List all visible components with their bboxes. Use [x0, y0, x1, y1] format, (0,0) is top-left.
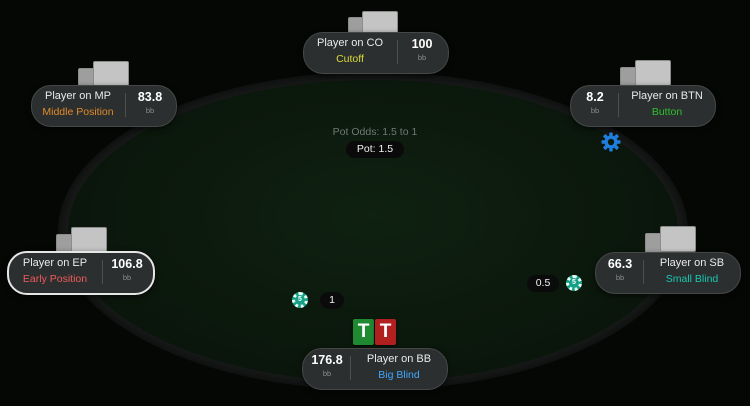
card-back — [660, 226, 696, 252]
player-position: Big Blind — [378, 369, 420, 381]
stack-amount: 106.8 — [111, 257, 143, 271]
stack-unit: bb — [417, 53, 427, 62]
seat-co[interactable]: Player on CO Cutoff 100 bb — [303, 32, 449, 74]
player-position: Button — [651, 106, 683, 118]
seat-divider — [397, 40, 398, 64]
seat-mp[interactable]: Player on MP Middle Position 83.8 bb — [31, 85, 177, 127]
player-position: Middle Position — [42, 106, 114, 118]
card-back — [93, 61, 129, 87]
stack-box: 100 bb — [399, 37, 445, 64]
player-name: Player on CO — [316, 37, 384, 49]
pot-amount: Pot: 1.5 — [346, 141, 404, 158]
stack-box: 66.3 bb — [597, 257, 643, 284]
stack-amount: 176.8 — [311, 353, 343, 367]
player-name: Player on MP — [44, 90, 112, 102]
seat-divider — [102, 260, 103, 284]
hero-card-1: T — [353, 319, 374, 345]
stack-unit: bb — [590, 106, 600, 115]
stack-amount: 83.8 — [137, 90, 163, 104]
seat-bb[interactable]: 176.8 bb Player on BB Big Blind — [302, 348, 448, 390]
seat-divider — [643, 260, 644, 284]
seat-divider — [618, 93, 619, 117]
player-name: Player on BB — [366, 353, 432, 365]
stack-unit: bb — [122, 273, 132, 282]
player-position: Early Position — [22, 273, 88, 285]
stack-box: 83.8 bb — [127, 90, 173, 117]
player-name: Player on SB — [659, 257, 725, 269]
hero-card-2: T — [375, 319, 396, 345]
seat-divider — [350, 356, 351, 380]
bb-chip-icon: 5 — [292, 292, 308, 308]
stack-box: 8.2 bb — [572, 90, 618, 117]
stack-amount: 66.3 — [607, 257, 633, 271]
pot-odds-label: Pot Odds: 1.5 to 1 — [332, 126, 418, 138]
card-back — [71, 227, 107, 253]
seat-info: Player on BTN Button — [620, 89, 714, 120]
stack-unit: bb — [322, 369, 332, 378]
seat-info: Player on EP Early Position — [8, 256, 102, 287]
player-position: Cutoff — [336, 53, 364, 65]
stack-box: 176.8 bb — [304, 353, 350, 380]
dealer-button-icon — [601, 132, 621, 152]
seat-info: Player on CO Cutoff — [303, 36, 397, 67]
seat-sb[interactable]: 66.3 bb Player on SB Small Blind — [595, 252, 741, 294]
player-name: Player on BTN — [631, 90, 703, 102]
card-back — [635, 60, 671, 86]
seat-info: Player on SB Small Blind — [645, 256, 739, 287]
seat-btn[interactable]: 8.2 bb Player on BTN Button — [570, 85, 716, 127]
bb-bet-amount: 1 — [320, 292, 344, 309]
stack-unit: bb — [615, 273, 625, 282]
poker-table-view: Pot Odds: 1.5 to 1 Pot: 1.5 Player on CO… — [0, 0, 750, 406]
player-name: Player on EP — [22, 257, 88, 269]
stack-unit: bb — [145, 106, 155, 115]
seat-ep[interactable]: Player on EP Early Position 106.8 bb — [7, 251, 155, 295]
stack-amount: 100 — [411, 37, 433, 51]
sb-bet-amount: 0.5 — [527, 275, 559, 292]
stack-amount: 8.2 — [586, 90, 604, 104]
player-position: Small Blind — [665, 273, 719, 285]
sb-chip-icon: 5 — [566, 275, 582, 291]
stack-box: 106.8 bb — [104, 257, 150, 284]
seat-divider — [125, 93, 126, 117]
seat-info: Player on MP Middle Position — [31, 89, 125, 120]
seat-info: Player on BB Big Blind — [352, 352, 446, 383]
